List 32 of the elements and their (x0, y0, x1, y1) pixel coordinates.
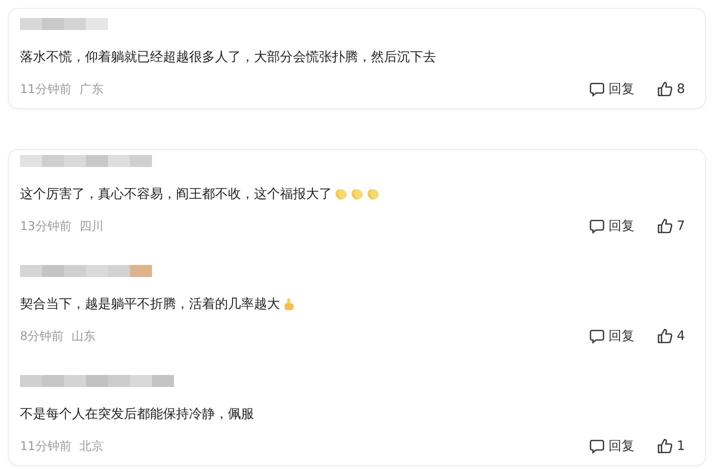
thumbs-up-icon (656, 438, 673, 454)
thumbs-up-icon (656, 218, 673, 234)
comment-text: 不是每个人在突发后都能保持冷静，佩服 (20, 406, 254, 423)
like-button[interactable]: 1 (656, 438, 685, 454)
comment-location: 四川 (79, 218, 104, 234)
like-button[interactable]: 7 (656, 218, 685, 234)
comment-icon (588, 438, 605, 454)
like-button[interactable]: 4 (656, 328, 685, 344)
comment-icon (588, 328, 605, 344)
comment-location: 北京 (79, 438, 104, 454)
reply-button[interactable]: 回复 (588, 437, 635, 455)
comment-location: 山东 (72, 328, 96, 344)
comment-location: 广东 (79, 80, 104, 98)
comment-icon (588, 81, 605, 97)
comment-time: 11分钟前 (20, 80, 72, 98)
comment-text: 契合当下，越是躺平不折腾，活着的几率越大 (20, 296, 280, 313)
reply-button[interactable]: 回复 (588, 327, 635, 345)
thumbs-up-icon (656, 81, 673, 97)
thumbs-up-icon (656, 328, 673, 344)
comment-time: 11分钟前 (20, 438, 72, 454)
clapping-hands-icon (334, 187, 348, 201)
comment-text: 这个厉害了，真心不容易，阎王都不收，这个福报大了 (20, 186, 332, 203)
comment-time: 8分钟前 (20, 328, 64, 344)
reply-button[interactable]: 回复 (588, 80, 635, 98)
comment-time: 13分钟前 (20, 218, 72, 234)
clapping-hands-icon (366, 187, 380, 201)
comment-icon (588, 218, 605, 234)
clapping-hands-icon (350, 187, 364, 201)
reply-button[interactable]: 回复 (588, 217, 635, 235)
thumbs-up-icon (282, 297, 296, 311)
like-button[interactable]: 8 (656, 81, 685, 97)
comment-text: 落水不慌，仰着躺就已经超越很多人了，大部分会慌张扑腾，然后沉下去 (20, 49, 436, 66)
